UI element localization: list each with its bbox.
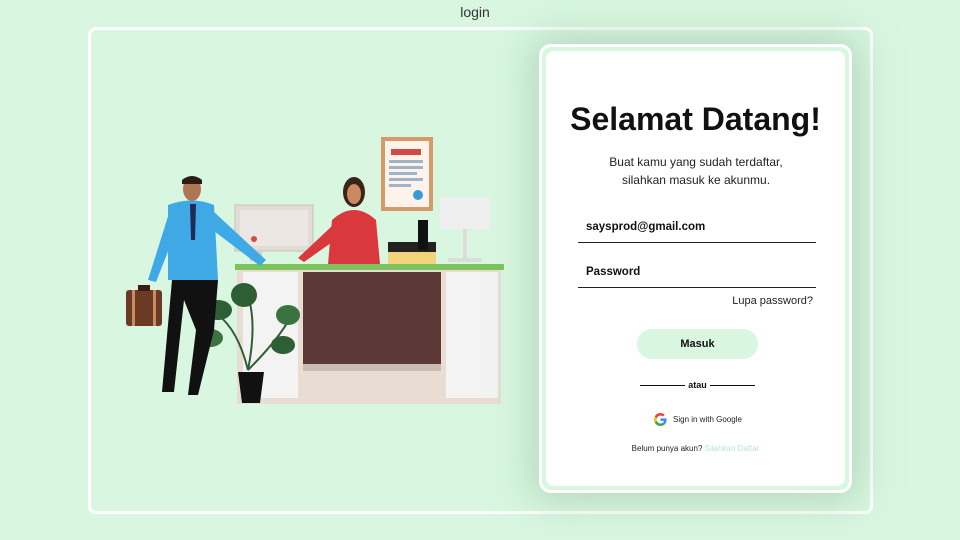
certificate-frame — [381, 137, 433, 211]
google-sign-in-label: Sign in with Google — [673, 414, 742, 424]
google-sign-in-button[interactable]: Sign in with Google — [654, 411, 742, 427]
login-button[interactable]: Masuk — [637, 329, 758, 359]
google-icon — [654, 412, 667, 426]
welcome-heading: Selamat Datang! — [570, 101, 821, 137]
divider-line-right — [709, 384, 756, 386]
forgot-password-link[interactable]: Lupa password? — [732, 295, 813, 307]
register-link[interactable]: Silahkan Daftar — [705, 444, 760, 453]
password-field[interactable]: Password — [578, 260, 816, 288]
desk-lamp — [440, 197, 490, 262]
reception-desk — [235, 264, 504, 404]
divider-line-left — [640, 384, 686, 386]
login-card-body: Selamat Datang! Buat kamu yang sudah ter… — [546, 51, 845, 486]
register-prompt: Belum punya akun? Silahkan Daftar — [546, 444, 845, 453]
office-illustration — [126, 137, 504, 404]
register-prompt-text: Belum punya akun? — [631, 444, 703, 453]
or-divider: atau — [640, 379, 756, 391]
divider-label: atau — [688, 380, 707, 390]
window-title: login — [460, 4, 490, 20]
login-subtitle: Buat kamu yang sudah terdaftar, silahkan… — [609, 155, 783, 187]
telephone — [388, 220, 436, 264]
email-field[interactable]: saysprod@gmail.com — [578, 215, 816, 243]
login-card: Selamat Datang! Buat kamu yang sudah ter… — [539, 44, 852, 493]
